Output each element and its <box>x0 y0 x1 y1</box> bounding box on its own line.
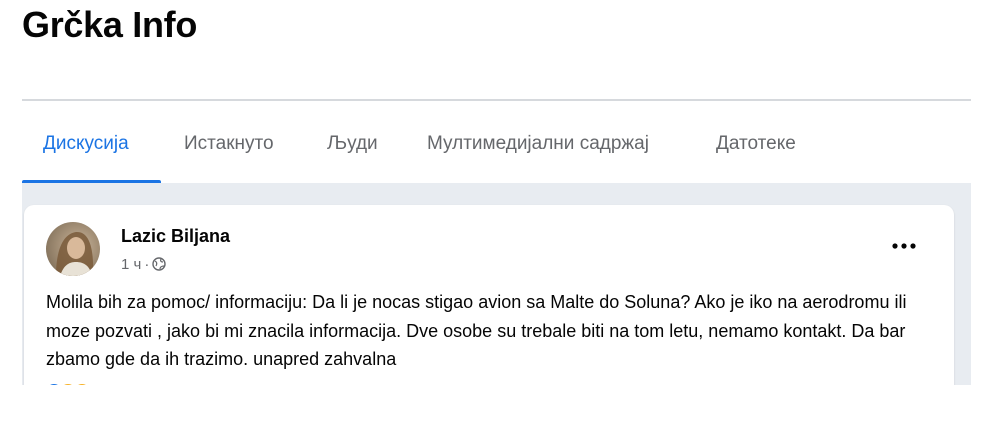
avatar[interactable] <box>46 222 100 276</box>
post-author[interactable]: Lazic Biljana <box>121 226 230 247</box>
group-title[interactable]: Grčka Info <box>22 4 197 46</box>
group-tabs: Дискусија Истакнуто Људи Мултимедијални … <box>22 102 971 184</box>
post-text: Molila bih za pomoc/ informaciju: Da li … <box>46 292 907 369</box>
tab-featured[interactable]: Истакнуто <box>184 102 274 183</box>
more-options-button[interactable] <box>884 231 924 261</box>
meta-separator: · <box>144 255 150 273</box>
header-divider <box>22 99 971 101</box>
post-time[interactable]: 1 ч <box>121 256 141 273</box>
more-options-icon <box>892 243 916 249</box>
tab-people[interactable]: Људи <box>327 102 378 183</box>
post-card: Lazic Biljana 1 ч · Molila bih za pomoc/… <box>24 205 954 385</box>
avatar-photo <box>56 231 94 276</box>
group-page: Grčka Info Дискусија Истакнуто Људи Мулт… <box>0 0 971 385</box>
post-meta: 1 ч · <box>121 255 167 273</box>
tab-files[interactable]: Датотеке <box>716 102 796 183</box>
globe-icon[interactable] <box>152 257 167 271</box>
reactions-icon[interactable] <box>46 381 106 385</box>
tab-discussion[interactable]: Дискусија <box>43 102 129 183</box>
tab-media[interactable]: Мултимедијални садржај <box>427 102 649 183</box>
